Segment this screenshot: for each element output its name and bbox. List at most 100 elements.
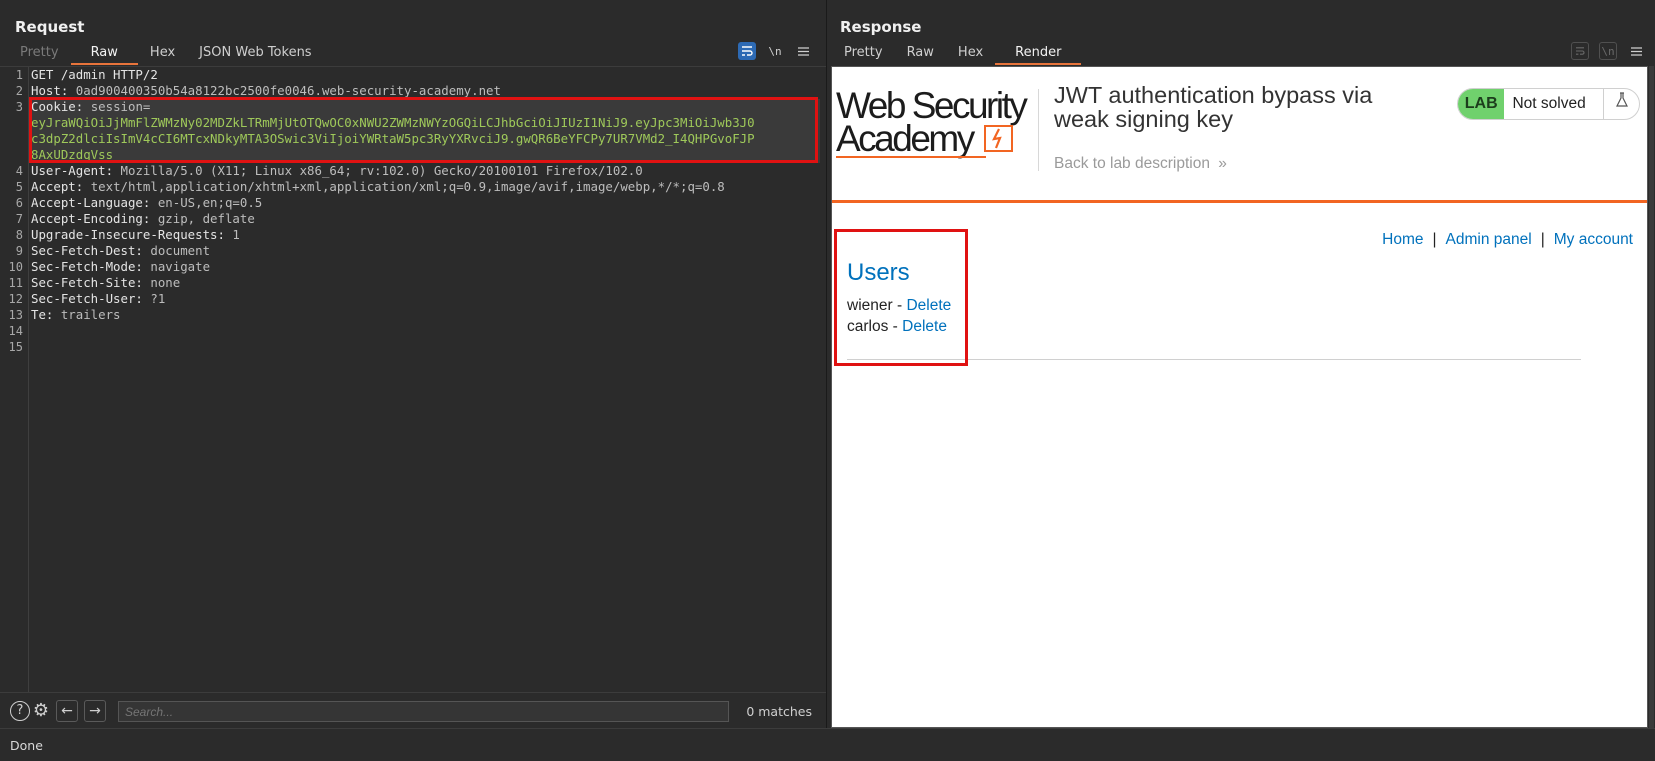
request-tabs: Pretty Raw Hex JSON Web Tokens xyxy=(8,43,324,65)
forward-arrow-icon[interactable]: → xyxy=(84,700,106,722)
header-value: Mozilla/5.0 (X11; Linux x86_64; rv:102.0… xyxy=(120,163,643,178)
line-number: 9 xyxy=(15,244,23,258)
header-name: User-Agent: xyxy=(31,163,121,178)
line-number-gutter: 1 2 3 4 5 6 7 8 9 10 11 12 13 14 15 xyxy=(0,67,29,693)
response-tabs: Pretty Raw Hex Render xyxy=(832,43,1082,65)
code-line: Accept-Encoding: gzip, deflate xyxy=(31,211,820,227)
search-input[interactable] xyxy=(118,701,729,722)
tab-raw[interactable]: Raw xyxy=(70,43,138,65)
match-count: 0 matches xyxy=(746,704,812,719)
wrap-icon xyxy=(1571,42,1589,60)
users-highlight-box xyxy=(834,229,968,366)
line-number: 10 xyxy=(8,260,23,274)
tab-json-web-tokens[interactable]: JSON Web Tokens xyxy=(187,43,323,65)
line-number: 14 xyxy=(8,324,23,338)
header-name: Sec-Fetch-User: xyxy=(31,291,151,306)
wrap-icon[interactable] xyxy=(738,42,756,60)
header-value: trailers xyxy=(60,307,121,322)
header-value: 1 xyxy=(232,227,240,242)
line-number: 6 xyxy=(15,196,23,210)
help-icon[interactable]: ? xyxy=(10,701,30,721)
flask-icon xyxy=(1603,89,1639,119)
header-name: Sec-Fetch-Mode: xyxy=(31,259,151,274)
nav-admin-panel-link[interactable]: Admin panel xyxy=(1446,231,1532,248)
cookie-highlight-box xyxy=(29,97,818,163)
top-navigation: Home | Admin panel | My account xyxy=(1382,231,1633,249)
code-line: GET /admin HTTP/2 xyxy=(31,67,820,83)
header-value: document xyxy=(150,243,211,258)
code-line: Sec-Fetch-User: ?1 xyxy=(31,291,820,307)
line-number: 12 xyxy=(8,292,23,306)
nav-my-account-link[interactable]: My account xyxy=(1554,231,1633,248)
newline-icon[interactable]: \n xyxy=(766,42,784,60)
nav-separator: | xyxy=(1540,231,1545,248)
nav-separator: | xyxy=(1432,231,1437,248)
line-number: 8 xyxy=(15,228,23,242)
logo-line-2: Academy xyxy=(836,118,975,159)
lab-label: LAB xyxy=(1458,89,1505,119)
header-value: text/html,application/xhtml+xml,applicat… xyxy=(90,179,725,194)
response-title: Response xyxy=(840,18,922,36)
line-number xyxy=(0,131,28,147)
code-line: Accept: text/html,application/xhtml+xml,… xyxy=(31,179,820,195)
line-number: 4 xyxy=(15,164,23,178)
menu-icon[interactable] xyxy=(1627,42,1645,60)
code-line: Sec-Fetch-Dest: document xyxy=(31,243,820,259)
code-line: User-Agent: Mozilla/5.0 (X11; Linux x86_… xyxy=(31,163,820,179)
line-number xyxy=(0,147,28,163)
line-number: 15 xyxy=(8,340,23,354)
back-link-label: Back to lab description xyxy=(1054,155,1210,172)
header-name: Accept: xyxy=(31,179,91,194)
code-line: Accept-Language: en-US,en;q=0.5 xyxy=(31,195,820,211)
tab-hex[interactable]: Hex xyxy=(946,43,995,65)
tab-render[interactable]: Render xyxy=(995,43,1082,65)
nav-home-link[interactable]: Home xyxy=(1382,231,1423,248)
header-name: Upgrade-Insecure-Requests: xyxy=(31,227,233,242)
response-toolbar: \n xyxy=(1571,42,1645,60)
line-number: 5 xyxy=(15,180,23,194)
header-name: Sec-Fetch-Dest: xyxy=(31,243,151,258)
double-chevron-icon: » xyxy=(1218,155,1227,172)
rendered-page: Web Security Academy JWT authentication … xyxy=(831,66,1648,728)
header-name: Te: xyxy=(31,307,61,322)
request-pane: Request Pretty Raw Hex JSON Web Tokens \… xyxy=(0,0,827,728)
line-number: 13 xyxy=(8,308,23,322)
request-toolbar: \n xyxy=(738,42,812,60)
header-name: GET /admin HTTP/2 xyxy=(31,67,158,82)
back-to-lab-link[interactable]: Back to lab description » xyxy=(1054,155,1227,173)
header-value: navigate xyxy=(150,259,211,274)
menu-icon[interactable] xyxy=(794,42,812,60)
code-line: Sec-Fetch-Site: none xyxy=(31,275,820,291)
status-text: Done xyxy=(10,738,43,753)
render-scrollbar[interactable] xyxy=(1649,66,1654,728)
tab-raw[interactable]: Raw xyxy=(895,43,946,65)
status-bar: Done xyxy=(0,728,1655,761)
code-line: Sec-Fetch-Mode: navigate xyxy=(31,259,820,275)
logo-bolt-icon xyxy=(984,125,1013,152)
tab-pretty[interactable]: Pretty xyxy=(8,43,71,65)
line-number: 11 xyxy=(8,276,23,290)
header-value: ?1 xyxy=(150,291,166,306)
request-editor[interactable]: 1 2 3 4 5 6 7 8 9 10 11 12 13 14 15 GET /admin HTTP/2 H… xyxy=(0,66,826,693)
header-value: gzip, deflate xyxy=(157,211,255,226)
lab-title: JWT authentication bypass via weak signi… xyxy=(1054,82,1373,132)
header-value: en-US,en;q=0.5 xyxy=(157,195,263,210)
line-number: 1 xyxy=(15,68,23,82)
header-value: none xyxy=(150,275,181,290)
settings-icon[interactable]: ⚙ xyxy=(31,701,51,721)
line-number xyxy=(0,115,28,131)
header-orange-rule xyxy=(832,200,1647,203)
back-arrow-icon[interactable]: ← xyxy=(56,700,78,722)
header-value: 0ad900400350b54a8122bc2500fe0046.web-sec… xyxy=(75,83,501,98)
lab-status: Not solved xyxy=(1512,95,1586,112)
search-bar: ? ⚙ ← → 0 matches xyxy=(0,692,826,728)
tab-pretty[interactable]: Pretty xyxy=(832,43,895,65)
code-line: Upgrade-Insecure-Requests: 1 xyxy=(31,227,820,243)
logo-underline xyxy=(836,156,986,158)
tab-hex[interactable]: Hex xyxy=(138,43,187,65)
lab-status-badge: LAB Not solved xyxy=(1457,88,1640,120)
header-name: Sec-Fetch-Site: xyxy=(31,275,151,290)
line-number: 7 xyxy=(15,212,23,226)
